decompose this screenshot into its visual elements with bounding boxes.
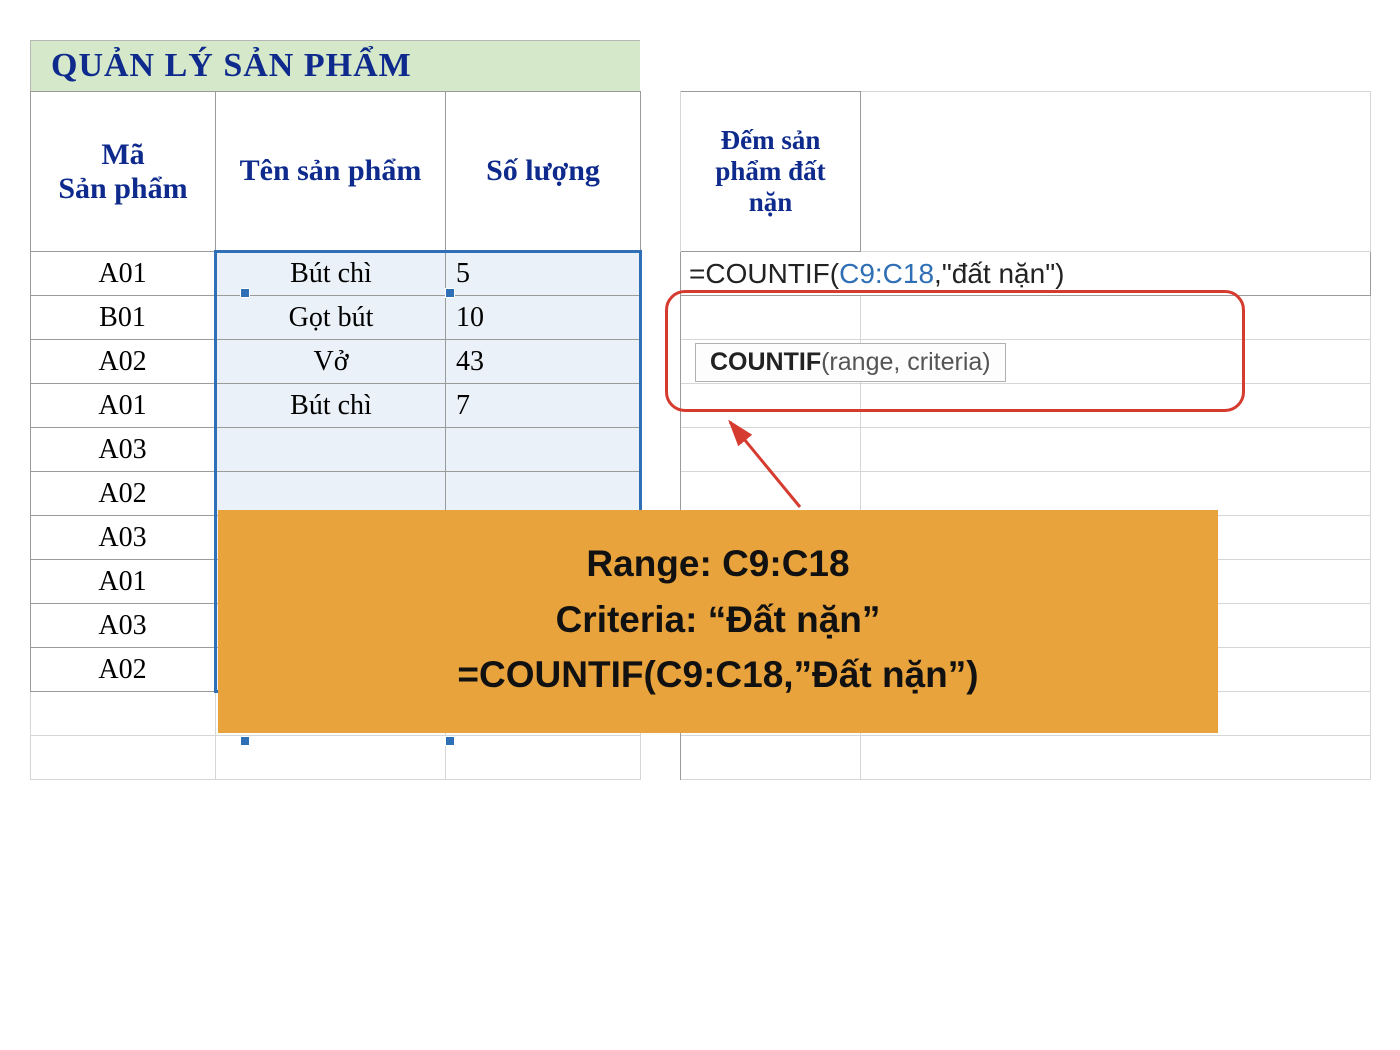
cell-qty[interactable]: 5 (446, 252, 641, 296)
empty-cell[interactable] (216, 736, 446, 780)
formula-cell[interactable]: =COUNTIF(C9:C18,"đất nặn") (681, 252, 1371, 296)
table-row: B01 Gọt bút 10 (31, 296, 1371, 340)
cell-code[interactable]: A02 (31, 648, 216, 692)
empty-cell[interactable] (861, 384, 1371, 428)
formula-suffix: ) (1055, 258, 1064, 289)
cell-code[interactable]: A03 (31, 516, 216, 560)
cell-code[interactable]: B01 (31, 296, 216, 340)
cell-code[interactable]: A01 (31, 560, 216, 604)
tooltip-fn: COUNTIF (710, 348, 821, 376)
cell-name[interactable]: Vở (216, 340, 446, 384)
selection-handle-icon[interactable] (240, 736, 250, 746)
selection-handle-icon[interactable] (240, 288, 250, 298)
cell-code[interactable]: A01 (31, 384, 216, 428)
callout-line1: Range: C9:C18 (248, 536, 1188, 592)
empty-row (31, 736, 1371, 780)
header-name: Tên sản phẩm (216, 92, 446, 252)
gap-cell (641, 736, 681, 780)
cell-qty[interactable] (446, 428, 641, 472)
gap-header (641, 92, 681, 252)
selection-handle-icon[interactable] (445, 736, 455, 746)
table-row: A01 Bút chì 5 =COUNTIF(C9:C18,"đất nặn") (31, 252, 1371, 296)
cell-qty[interactable] (446, 472, 641, 516)
gap-cell (641, 472, 681, 516)
empty-header (861, 92, 1371, 252)
formula-sep: , (934, 258, 942, 289)
table-row: A03 (31, 428, 1371, 472)
empty-cell[interactable] (681, 428, 861, 472)
cell-code[interactable]: A02 (31, 340, 216, 384)
gap-cell (641, 428, 681, 472)
formula-tooltip: COUNTIF(range, criteria) (695, 343, 1006, 382)
header-code-text: Mã Sản phẩm (58, 138, 187, 205)
empty-cell[interactable] (861, 428, 1371, 472)
cell-name[interactable]: Bút chì (216, 252, 446, 296)
table-row: A02 (31, 472, 1371, 516)
sheet-title: QUẢN LÝ SẢN PHẨM (30, 40, 640, 91)
header-qty: Số lượng (446, 92, 641, 252)
empty-cell[interactable] (681, 384, 861, 428)
empty-cell[interactable] (861, 736, 1371, 780)
cell-qty[interactable]: 10 (446, 296, 641, 340)
cell-code[interactable]: A01 (31, 252, 216, 296)
formula-range: C9:C18 (839, 258, 934, 289)
header-row: Mã Sản phẩm Tên sản phẩm Số lượng Đếm sả… (31, 92, 1371, 252)
empty-cell[interactable] (681, 472, 861, 516)
cell-code[interactable]: A02 (31, 472, 216, 516)
gap-cell (641, 296, 681, 340)
explanation-callout: Range: C9:C18 Criteria: “Đất nặn” =COUNT… (218, 510, 1218, 733)
callout-line3: =COUNTIF(C9:C18,”Đất nặn”) (248, 647, 1188, 703)
cell-code[interactable]: A03 (31, 428, 216, 472)
cell-qty[interactable]: 43 (446, 340, 641, 384)
empty-cell[interactable] (861, 472, 1371, 516)
empty-cell[interactable] (861, 296, 1371, 340)
formula-prefix: =COUNTIF( (689, 258, 839, 289)
cell-name[interactable]: Bút chì (216, 384, 446, 428)
cell-code[interactable]: A03 (31, 604, 216, 648)
callout-line2: Criteria: “Đất nặn” (248, 592, 1188, 648)
gap-cell (641, 384, 681, 428)
formula-criteria: "đất nặn" (942, 258, 1055, 289)
cell-qty[interactable]: 7 (446, 384, 641, 428)
cell-name[interactable] (216, 428, 446, 472)
selection-handle-icon[interactable] (445, 288, 455, 298)
empty-cell[interactable] (31, 692, 216, 736)
cell-name[interactable]: Gọt bút (216, 296, 446, 340)
gap-cell (641, 340, 681, 384)
empty-cell[interactable] (446, 736, 641, 780)
header-code: Mã Sản phẩm (31, 92, 216, 252)
table-row: A01 Bút chì 7 (31, 384, 1371, 428)
header-count: Đếm sản phẩm đất nặn (681, 92, 861, 252)
empty-cell[interactable] (681, 296, 861, 340)
empty-cell[interactable] (31, 736, 216, 780)
tooltip-args: (range, criteria) (821, 348, 991, 376)
empty-cell[interactable] (681, 736, 861, 780)
gap-cell (641, 252, 681, 296)
cell-name[interactable] (216, 472, 446, 516)
